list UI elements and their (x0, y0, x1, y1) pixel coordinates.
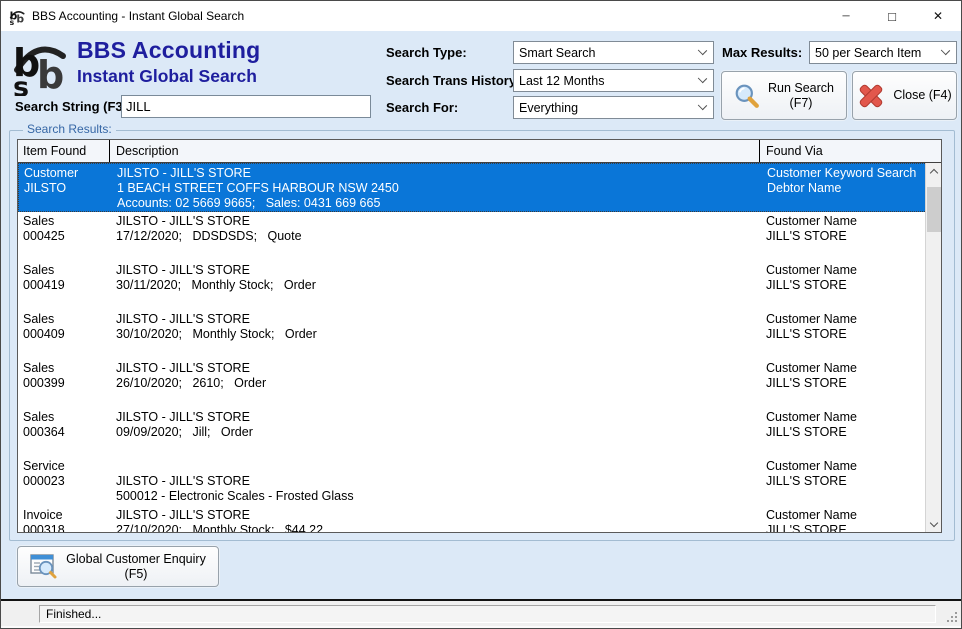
chevron-down-icon (930, 519, 938, 527)
search-trans-history-label: Search Trans History: (386, 73, 520, 88)
row-item-found: Sales 000364 (18, 408, 110, 457)
window-title: BBS Accounting - Instant Global Search (32, 9, 244, 23)
search-for-combobox[interactable]: Everything (513, 96, 714, 119)
magnifier-icon (734, 83, 760, 109)
row-item-found: Sales 000399 (18, 359, 110, 408)
row-item-found: Sales 000425 (18, 212, 110, 261)
app-logo: b b s (11, 36, 71, 96)
results-table-header: Item Found Description Found Via (18, 140, 941, 163)
chevron-down-icon (698, 46, 707, 55)
close-button[interactable]: Close (F4) (852, 71, 957, 120)
app-subtitle: Instant Global Search (77, 66, 257, 87)
table-row[interactable]: Sales 000409 JILSTO - JILL'S STORE 30/10… (18, 310, 941, 359)
table-row[interactable]: Sales 000425 JILSTO - JILL'S STORE 17/12… (18, 212, 941, 261)
row-description: JILSTO - JILL'S STORE 17/12/2020; DDSDSD… (110, 212, 760, 261)
row-description: JILSTO - JILL'S STORE 30/11/2020; Monthl… (110, 261, 760, 310)
row-description: JILSTO - JILL'S STORE 30/10/2020; Monthl… (110, 310, 760, 359)
run-search-label-line1: Run Search (768, 81, 834, 96)
search-type-value: Smart Search (519, 46, 595, 60)
row-item-found: Invoice 000318 (18, 506, 110, 533)
table-row[interactable]: Customer JILSTO JILSTO - JILL'S STORE 1 … (18, 163, 941, 212)
max-results-label: Max Results: (722, 45, 802, 60)
column-header-description[interactable]: Description (110, 140, 760, 162)
row-description: JILSTO - JILL'S STORE 1 BEACH STREET COF… (111, 164, 761, 211)
row-found-via: Customer Name JILL'S STORE (760, 261, 918, 310)
client-area: b b s BBS Accounting Instant Global Sear… (1, 31, 961, 599)
results-table-body: Customer JILSTO JILSTO - JILL'S STORE 1 … (18, 163, 941, 533)
row-found-via: Customer Name JILL'S STORE (760, 212, 918, 261)
run-search-label-line2: (F7) (768, 96, 834, 111)
app-title: BBS Accounting (77, 37, 260, 64)
chevron-down-icon (698, 74, 707, 83)
row-description: JILSTO - JILL'S STORE 09/09/2020; Jill; … (110, 408, 760, 457)
chevron-up-icon (930, 169, 938, 177)
scroll-up-button[interactable] (926, 163, 941, 180)
row-description: JILSTO - JILL'S STORE 500012 - Electroni… (110, 457, 760, 506)
table-row[interactable]: Invoice 000318 JILSTO - JILL'S STORE 27/… (18, 506, 941, 533)
search-results-group-label: Search Results: (23, 122, 116, 136)
search-type-label: Search Type: (386, 45, 467, 60)
status-message: Finished... (39, 605, 936, 623)
red-x-icon (857, 82, 885, 110)
row-found-via: Customer Name JILL'S STORE (760, 457, 918, 506)
max-results-value: 50 per Search Item (815, 46, 921, 60)
row-found-via: Customer Name JILL'S STORE (760, 359, 918, 408)
close-window-button[interactable] (915, 1, 961, 31)
vertical-scrollbar[interactable] (925, 163, 941, 533)
global-enquiry-label-line1: Global Customer Enquiry (66, 552, 206, 567)
search-for-value: Everything (519, 101, 578, 115)
chevron-down-icon (698, 101, 707, 110)
row-item-found: Customer JILSTO (19, 164, 111, 211)
svg-text:b: b (37, 53, 64, 96)
statusbar: Finished... (1, 601, 961, 626)
row-found-via: Customer Name JILL'S STORE (760, 408, 918, 457)
search-trans-history-combobox[interactable]: Last 12 Months (513, 69, 714, 92)
svg-text:s: s (10, 18, 15, 25)
table-row[interactable]: Sales 000399 JILSTO - JILL'S STORE 26/10… (18, 359, 941, 408)
row-item-found: Sales 000419 (18, 261, 110, 310)
row-item-found: Service 000023 (18, 457, 110, 506)
row-found-via: Customer Name JILL'S STORE (760, 310, 918, 359)
global-customer-enquiry-button[interactable]: Global Customer Enquiry (F5) (17, 546, 219, 587)
table-row[interactable]: Sales 000364 JILSTO - JILL'S STORE 09/09… (18, 408, 941, 457)
minimize-button[interactable] (823, 1, 869, 31)
app-window: b b s BBS Accounting - Instant Global Se… (0, 0, 962, 629)
row-description: JILSTO - JILL'S STORE 26/10/2020; 2610; … (110, 359, 760, 408)
svg-text:b: b (16, 12, 24, 24)
maximize-button[interactable] (869, 1, 915, 31)
window-magnifier-icon (30, 554, 58, 580)
max-results-combobox[interactable]: 50 per Search Item (809, 41, 957, 64)
row-description: JILSTO - JILL'S STORE 27/10/2020; Monthl… (110, 506, 760, 533)
scroll-down-button[interactable] (926, 516, 941, 533)
row-found-via: Customer Name JILL'S STORE (760, 506, 918, 533)
close-button-label: Close (F4) (893, 88, 951, 103)
row-item-found: Sales 000409 (18, 310, 110, 359)
search-trans-history-value: Last 12 Months (519, 74, 604, 88)
global-enquiry-label-line2: (F5) (66, 567, 206, 582)
titlebar: b b s BBS Accounting - Instant Global Se… (1, 1, 961, 31)
search-string-input[interactable] (121, 95, 371, 118)
table-row[interactable]: Sales 000419 JILSTO - JILL'S STORE 30/11… (18, 261, 941, 310)
results-table: Item Found Description Found Via Custome… (17, 139, 942, 533)
svg-text:s: s (13, 72, 29, 96)
table-row[interactable]: Service 000023 JILSTO - JILL'S STORE 500… (18, 457, 941, 506)
resize-grip-icon[interactable] (945, 610, 957, 622)
run-search-button[interactable]: Run Search (F7) (721, 71, 847, 120)
search-type-combobox[interactable]: Smart Search (513, 41, 714, 64)
chevron-down-icon (941, 46, 950, 55)
search-for-label: Search For: (386, 100, 458, 115)
search-string-label: Search String (F3): (15, 99, 131, 114)
row-found-via: Customer Keyword Search Debtor Name (761, 164, 919, 211)
column-header-item-found[interactable]: Item Found (18, 140, 110, 162)
column-header-found-via[interactable]: Found Via (760, 140, 941, 162)
app-logo-small-icon: b b s (9, 8, 26, 25)
scrollbar-thumb[interactable] (927, 187, 941, 232)
